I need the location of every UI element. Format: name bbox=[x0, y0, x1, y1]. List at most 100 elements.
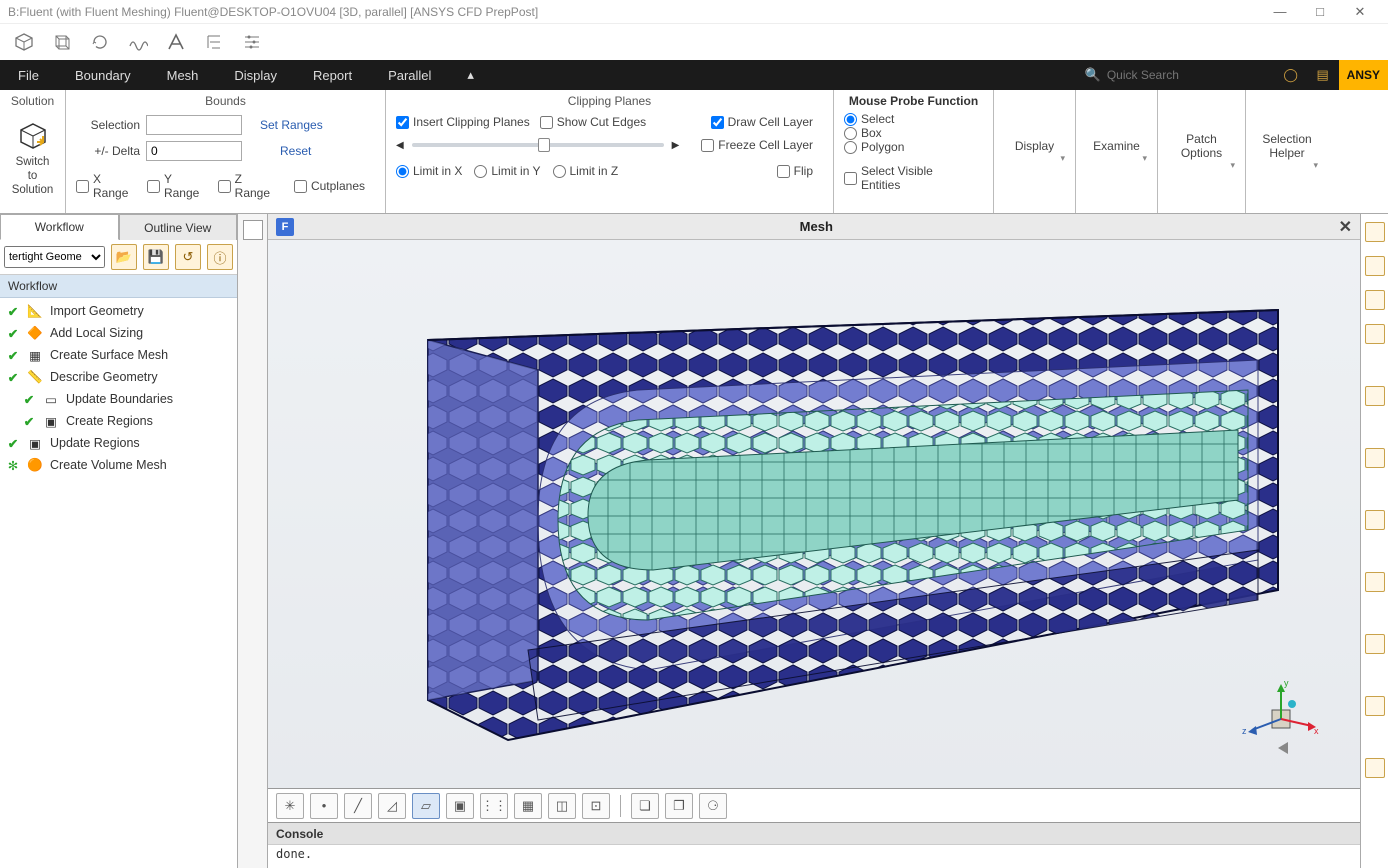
tab-outline[interactable]: Outline View bbox=[119, 214, 238, 240]
ribbon-patch-button[interactable]: Patch Options ▾ bbox=[1158, 90, 1246, 213]
minimize-button[interactable]: — bbox=[1260, 4, 1300, 19]
node-import-geometry[interactable]: ✔📐Import Geometry bbox=[4, 300, 233, 322]
workflow-type-select[interactable]: tertight Geome bbox=[4, 246, 105, 268]
node-surface-mesh[interactable]: ✔▦Create Surface Mesh bbox=[4, 344, 233, 366]
layout-icon[interactable] bbox=[243, 220, 263, 240]
rtool-2-icon[interactable] bbox=[1365, 256, 1385, 276]
node-volume-mesh[interactable]: ✻🟠Create Volume Mesh bbox=[4, 454, 233, 476]
settings-lines-icon[interactable] bbox=[242, 32, 262, 52]
menu-caret[interactable]: ▴ bbox=[449, 60, 492, 90]
rtool-5-icon[interactable] bbox=[1365, 386, 1385, 406]
rtool-3-icon[interactable] bbox=[1365, 290, 1385, 310]
rtool-7-icon[interactable] bbox=[1365, 510, 1385, 530]
draw-cell-checkbox[interactable]: Draw Cell Layer bbox=[711, 115, 813, 129]
rtool-4-icon[interactable] bbox=[1365, 324, 1385, 344]
vt-grid-icon[interactable]: ▦ bbox=[514, 793, 542, 819]
probe-box-radio[interactable]: Box bbox=[844, 126, 971, 140]
refresh-icon[interactable] bbox=[90, 32, 110, 52]
geometry-icon: 📐 bbox=[26, 303, 44, 319]
quick-search[interactable]: 🔍 bbox=[1075, 60, 1275, 90]
view-layout-strip bbox=[238, 214, 268, 868]
help-icon[interactable]: ◯ bbox=[1275, 60, 1307, 90]
ribbon-display-button[interactable]: Display ▾ bbox=[994, 90, 1076, 213]
freeze-cell-checkbox[interactable]: Freeze Cell Layer bbox=[701, 138, 813, 152]
probe-polygon-radio[interactable]: Polygon bbox=[844, 140, 971, 154]
cube-solid-icon[interactable] bbox=[14, 32, 34, 52]
rtool-8-icon[interactable] bbox=[1365, 572, 1385, 592]
cube-wire-icon[interactable] bbox=[52, 32, 72, 52]
menu-boundary[interactable]: Boundary bbox=[57, 60, 149, 90]
search-input[interactable] bbox=[1107, 68, 1247, 82]
rtool-6-icon[interactable] bbox=[1365, 448, 1385, 468]
tree-icon[interactable] bbox=[204, 32, 224, 52]
vt-volume-icon[interactable]: ▣ bbox=[446, 793, 474, 819]
menu-report[interactable]: Report bbox=[295, 60, 370, 90]
limit-z-radio[interactable]: Limit in Z bbox=[553, 164, 619, 178]
cutplanes-checkbox[interactable]: Cutplanes bbox=[294, 179, 365, 193]
logo-a-icon[interactable] bbox=[166, 32, 186, 52]
svg-text:y: y bbox=[1284, 678, 1289, 688]
vt-node-icon[interactable]: ⊡ bbox=[582, 793, 610, 819]
rtool-1-icon[interactable] bbox=[1365, 222, 1385, 242]
wave-icon[interactable] bbox=[128, 32, 148, 52]
node-update-regions[interactable]: ✔▣Update Regions bbox=[4, 432, 233, 454]
probe-select-radio[interactable]: Select bbox=[844, 112, 971, 126]
slider-right-icon[interactable]: ▶ bbox=[672, 140, 680, 151]
svg-text:z: z bbox=[1242, 726, 1247, 736]
set-ranges-link[interactable]: Set Ranges bbox=[260, 118, 323, 132]
selection-input[interactable] bbox=[146, 115, 242, 135]
orientation-triad[interactable]: y x z bbox=[1240, 678, 1320, 758]
vt-edge-icon[interactable]: ◿ bbox=[378, 793, 406, 819]
vt-dim-icon[interactable]: ◫ bbox=[548, 793, 576, 819]
solution-icon[interactable] bbox=[17, 120, 49, 152]
limit-x-radio[interactable]: Limit in X bbox=[396, 164, 462, 178]
ribbon-bounds-title: Bounds bbox=[76, 94, 375, 108]
vt-axes-icon[interactable]: ✳ bbox=[276, 793, 304, 819]
rtool-9-icon[interactable] bbox=[1365, 634, 1385, 654]
clip-slider[interactable] bbox=[412, 143, 664, 147]
menu-mesh[interactable]: Mesh bbox=[149, 60, 217, 90]
delta-input[interactable] bbox=[146, 141, 242, 161]
reset-link[interactable]: Reset bbox=[280, 144, 311, 158]
open-icon[interactable]: 📂 bbox=[111, 244, 137, 270]
vt-surface-icon[interactable]: ▱ bbox=[412, 793, 440, 819]
show-cut-checkbox[interactable]: Show Cut Edges bbox=[540, 115, 646, 129]
slider-left-icon[interactable]: ◀ bbox=[396, 140, 404, 151]
node-describe-geometry[interactable]: ✔📏Describe Geometry bbox=[4, 366, 233, 388]
panel-icon[interactable]: ▤ bbox=[1307, 60, 1339, 90]
ribbon-selection-helper-button[interactable]: Selection Helper ▾ bbox=[1246, 90, 1328, 213]
reset-icon[interactable]: ↺ bbox=[175, 244, 201, 270]
yrange-checkbox[interactable]: Y Range bbox=[147, 172, 208, 200]
ribbon-examine-button[interactable]: Examine ▾ bbox=[1076, 90, 1158, 213]
vt-graph-icon[interactable]: ⚆ bbox=[699, 793, 727, 819]
menu-parallel[interactable]: Parallel bbox=[370, 60, 449, 90]
node-update-boundaries[interactable]: ✔▭Update Boundaries bbox=[4, 388, 233, 410]
flip-checkbox[interactable]: Flip bbox=[777, 164, 813, 178]
viewport-close-icon[interactable]: ✕ bbox=[1339, 217, 1352, 237]
vt-box1-icon[interactable]: ❏ bbox=[631, 793, 659, 819]
info-icon[interactable]: ⓘ bbox=[207, 244, 233, 270]
close-button[interactable]: ✕ bbox=[1340, 4, 1380, 20]
xrange-checkbox[interactable]: X Range bbox=[76, 172, 137, 200]
select-visible-checkbox[interactable]: Select Visible Entities bbox=[844, 164, 973, 192]
ansys-logo: ANSY bbox=[1339, 60, 1388, 90]
node-create-regions[interactable]: ✔▣Create Regions bbox=[4, 410, 233, 432]
mesh-canvas[interactable]: y x z bbox=[268, 240, 1360, 788]
vt-box2-icon[interactable]: ❐ bbox=[665, 793, 693, 819]
node-local-sizing[interactable]: ✔🔶Add Local Sizing bbox=[4, 322, 233, 344]
rtool-10-icon[interactable] bbox=[1365, 696, 1385, 716]
vt-point-icon[interactable]: • bbox=[310, 793, 338, 819]
vt-cells-icon[interactable]: ⋮⋮ bbox=[480, 793, 508, 819]
vt-line-icon[interactable]: ╱ bbox=[344, 793, 372, 819]
zrange-checkbox[interactable]: Z Range bbox=[218, 172, 278, 200]
insert-clip-checkbox[interactable]: Insert Clipping Planes bbox=[396, 115, 530, 129]
menu-display[interactable]: Display bbox=[216, 60, 295, 90]
switch-to-solution-button[interactable]: Switch to Solution bbox=[10, 156, 55, 197]
save-icon[interactable]: 💾 bbox=[143, 244, 169, 270]
tab-workflow[interactable]: Workflow bbox=[0, 214, 119, 240]
limit-y-radio[interactable]: Limit in Y bbox=[474, 164, 540, 178]
rtool-11-icon[interactable] bbox=[1365, 758, 1385, 778]
menu-file[interactable]: File bbox=[0, 60, 57, 90]
console-header[interactable]: Console bbox=[268, 822, 1360, 844]
maximize-button[interactable]: □ bbox=[1300, 4, 1340, 19]
